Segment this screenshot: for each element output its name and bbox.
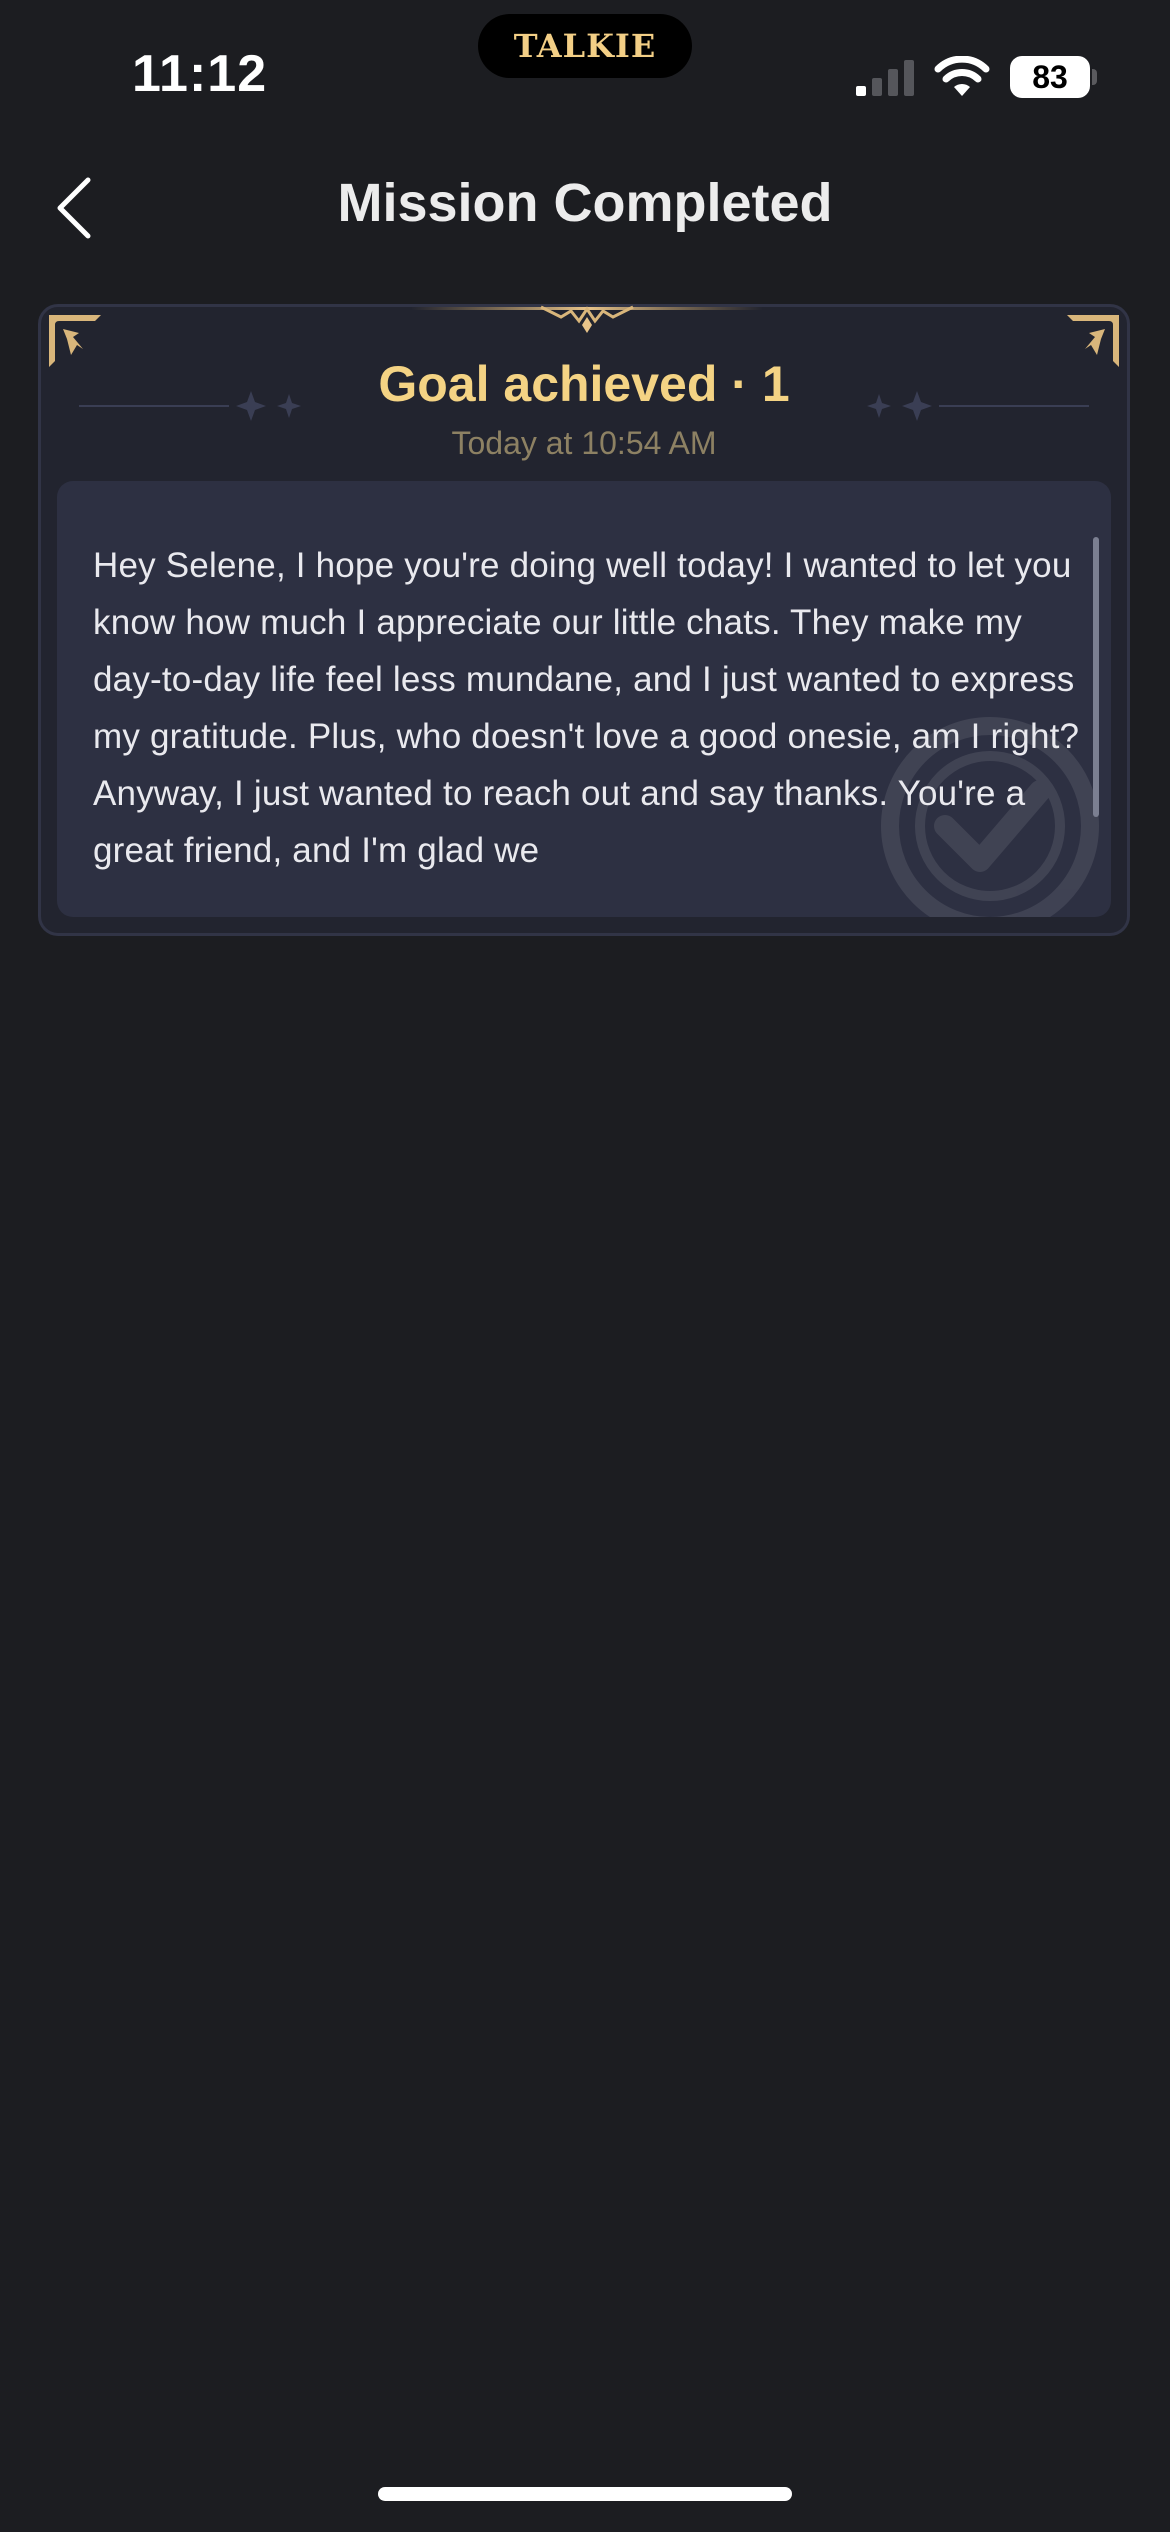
status-time: 11:12 [132, 45, 268, 103]
goal-timestamp: Today at 10:54 AM [451, 425, 717, 461]
dynamic-island: TALKIE [478, 14, 692, 78]
message-box[interactable]: Hey Selene, I hope you're doing well tod… [57, 481, 1111, 917]
goal-title: Goal achieved · 1 [378, 356, 790, 412]
wifi-icon [934, 56, 990, 96]
message-text: Hey Selene, I hope you're doing well tod… [93, 546, 1080, 870]
app-logo: TALKIE [513, 27, 657, 65]
goal-card: Goal achieved · 1 Today at 10:54 AM Hey … [38, 304, 1130, 936]
cellular-signal-icon [856, 60, 914, 96]
battery-nub [1092, 69, 1097, 85]
top-ornament-icon [411, 305, 763, 333]
page-title: Mission Completed [337, 173, 833, 233]
screen: 11:12 TALKIE 83 Mission Completed Goal a… [0, 0, 1170, 2532]
scrollbar[interactable] [1093, 537, 1099, 817]
battery-indicator: 83 [1010, 56, 1090, 98]
home-indicator[interactable] [378, 2487, 792, 2501]
